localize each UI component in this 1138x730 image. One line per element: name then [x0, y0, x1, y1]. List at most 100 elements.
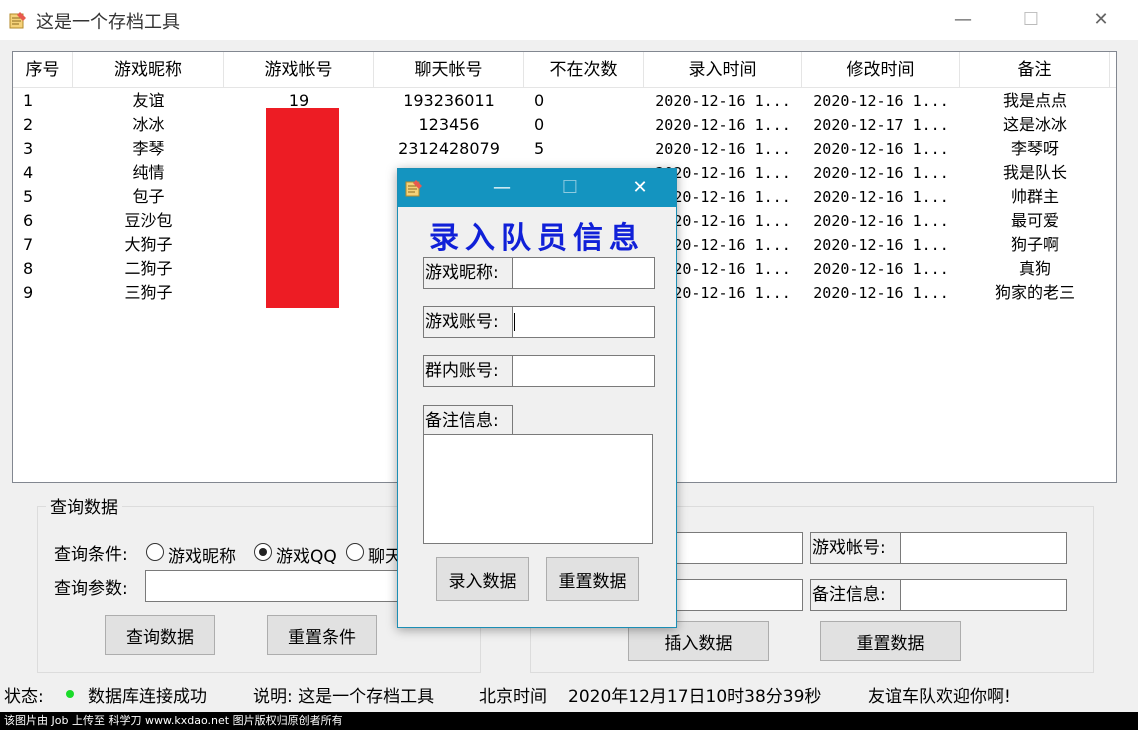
cell-absent-count: 0: [534, 91, 545, 110]
insert-account-label: 游戏帐号:: [810, 532, 901, 564]
query-condition-label: 查询条件:: [54, 545, 128, 565]
description-text: 说明: 这是一个存档工具: [253, 687, 435, 707]
cell-index: 1: [23, 91, 34, 110]
cell-note: 我是队长: [1002, 163, 1067, 182]
insert-reset-button[interactable]: 重置数据: [820, 621, 961, 661]
notepad-icon: [9, 12, 26, 29]
cell-nickname: 纯情: [132, 163, 165, 182]
dialog-group-account-label: 群内账号:: [423, 355, 513, 387]
table-row[interactable]: 1 友谊 19 193236011 0 2020-12-16 1... 2020-12-16…: [13, 89, 1116, 113]
entry-dialog: — ☐ ✕ 录入队员信息 游戏昵称: 游戏账号: 群内账号: 备注信息: 录入数…: [397, 168, 677, 628]
dialog-close-button[interactable]: ✕: [620, 172, 660, 204]
dialog-nickname-input[interactable]: [512, 257, 655, 289]
dialog-heading: 录入队员信息: [429, 221, 645, 256]
radio-chat[interactable]: [346, 543, 364, 561]
cell-entry-time: 2020-12-16 1...: [655, 116, 791, 134]
close-button[interactable]: ✕: [1078, 4, 1124, 36]
col-header-modify-time[interactable]: 修改时间: [802, 52, 960, 88]
cell-index: 2: [23, 115, 34, 134]
radio-game-qq-label[interactable]: 游戏QQ: [276, 542, 337, 567]
cell-note: 帅群主: [1010, 187, 1059, 206]
beijing-time-label: 北京时间: [479, 687, 547, 707]
cell-index: 8: [23, 259, 34, 278]
cell-entry-time: 2020-12-16 1...: [655, 140, 791, 158]
text-caret: [514, 313, 515, 331]
query-param-input[interactable]: [145, 570, 400, 602]
table-header: 序号 游戏昵称 游戏帐号 聊天帐号 不在次数 录入时间 修改时间 备注: [13, 52, 1116, 88]
cell-modify-time: 2020-12-16 1...: [813, 284, 949, 302]
cell-index: 3: [23, 139, 34, 158]
cell-entry-time: 2020-12-16 1...: [655, 92, 791, 110]
dialog-note-textarea[interactable]: [423, 434, 653, 544]
insert-account-input[interactable]: [900, 532, 1067, 564]
cell-modify-time: 2020-12-16 1...: [813, 212, 949, 230]
cell-modify-time: 2020-12-16 1...: [813, 260, 949, 278]
query-group-title: 查询数据: [46, 493, 122, 518]
cell-note: 最可爱: [1010, 211, 1059, 230]
cell-note: 真狗: [1018, 259, 1051, 278]
maximize-button[interactable]: ☐: [1008, 4, 1054, 36]
col-header-absent-count[interactable]: 不在次数: [524, 52, 644, 88]
cell-nickname: 大狗子: [124, 235, 173, 254]
title-bar: 这是一个存档工具 — ☐ ✕: [0, 0, 1138, 40]
radio-nickname[interactable]: [146, 543, 164, 561]
cell-note: 我是点点: [1002, 91, 1067, 110]
table-row[interactable]: 3李琴23231242807952020-12-16 1...2020-12-1…: [13, 137, 1116, 161]
dialog-note-label: 备注信息:: [423, 405, 513, 437]
cell-note: 这是冰冰: [1002, 115, 1067, 134]
radio-game-qq[interactable]: [254, 543, 272, 561]
dialog-submit-button[interactable]: 录入数据: [436, 557, 529, 601]
insert-note-label: 备注信息:: [810, 579, 901, 611]
cell-chat-account: 2312428079: [398, 139, 500, 158]
dialog-nickname-label: 游戏昵称:: [423, 257, 513, 289]
query-param-label: 查询参数:: [54, 579, 128, 599]
dialog-maximize-button[interactable]: ☐: [550, 172, 590, 204]
reset-condition-button[interactable]: 重置条件: [267, 615, 377, 655]
cell-nickname: 冰冰: [132, 115, 165, 134]
cell-chat-account: 123456: [418, 115, 480, 134]
insert-field-1-input[interactable]: [674, 532, 803, 564]
col-header-note[interactable]: 备注: [960, 52, 1110, 88]
insert-field-2-input[interactable]: [674, 579, 803, 611]
dialog-reset-button[interactable]: 重置数据: [546, 557, 639, 601]
db-status-text: 数据库连接成功: [88, 687, 207, 707]
cell-index: 9: [23, 283, 34, 302]
col-header-nickname[interactable]: 游戏昵称: [73, 52, 224, 88]
dialog-minimize-button[interactable]: —: [482, 172, 522, 204]
notepad-icon: [405, 180, 422, 197]
cell-chat-account: 193236011: [403, 91, 495, 110]
cell-nickname: 二狗子: [124, 259, 173, 278]
query-data-button[interactable]: 查询数据: [105, 615, 215, 655]
dialog-account-input[interactable]: [512, 306, 655, 338]
cell-absent-count: 0: [534, 115, 545, 134]
dialog-group-account-input[interactable]: [512, 355, 655, 387]
dialog-account-label: 游戏账号:: [423, 306, 513, 338]
col-header-chat-account[interactable]: 聊天帐号: [374, 52, 524, 88]
status-dot-icon: [66, 690, 74, 698]
col-header-index[interactable]: 序号: [13, 52, 73, 88]
cell-index: 4: [23, 163, 34, 182]
cell-modify-time: 2020-12-16 1...: [813, 236, 949, 254]
welcome-text: 友谊车队欢迎你啊!: [868, 687, 1011, 707]
cell-index: 6: [23, 211, 34, 230]
cell-modify-time: 2020-12-16 1...: [813, 140, 949, 158]
cell-modify-time: 2020-12-16 1...: [813, 92, 949, 110]
insert-note-input[interactable]: [900, 579, 1067, 611]
col-header-entry-time[interactable]: 录入时间: [644, 52, 802, 88]
window-title: 这是一个存档工具: [36, 12, 180, 33]
minimize-button[interactable]: —: [940, 4, 986, 36]
col-header-game-account[interactable]: 游戏帐号: [224, 52, 374, 88]
cell-note: 李琴呀: [1010, 139, 1059, 158]
current-time-text: 2020年12月17日10时38分39秒: [568, 687, 822, 707]
table-row[interactable]: 2冰冰112345602020-12-16 1...2020-12-17 1..…: [13, 113, 1116, 137]
cell-nickname: 友谊: [132, 91, 165, 110]
cell-nickname: 三狗子: [124, 283, 173, 302]
cell-modify-time: 2020-12-16 1...: [813, 164, 949, 182]
cell-modify-time: 2020-12-16 1...: [813, 188, 949, 206]
watermark-bar: 该图片由 Job 上传至 科学刀 www.kxdao.net 图片版权归原创者所…: [0, 712, 1138, 730]
radio-nickname-label[interactable]: 游戏昵称: [168, 542, 236, 567]
dialog-title-bar: — ☐ ✕: [398, 169, 676, 207]
cell-nickname: 李琴: [132, 139, 165, 158]
cell-nickname: 豆沙包: [124, 211, 173, 230]
cell-note: 狗家的老三: [994, 283, 1075, 302]
